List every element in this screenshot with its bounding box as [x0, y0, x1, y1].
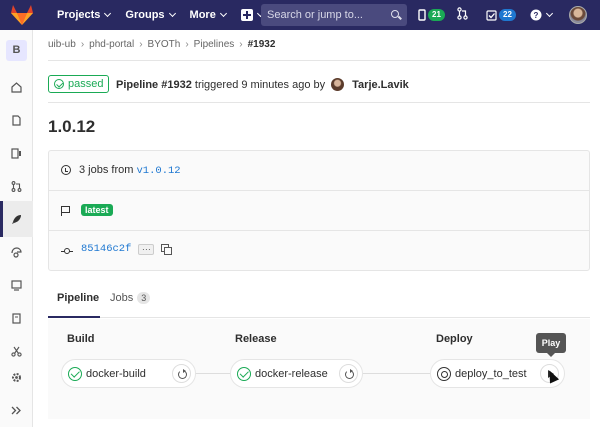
stage-connector	[363, 373, 433, 374]
merge-requests-button[interactable]	[457, 7, 468, 23]
author-link[interactable]: Tarje.Lavik	[352, 79, 409, 91]
project-sidebar: B	[0, 30, 33, 427]
divider	[48, 102, 590, 103]
commit-row: 85146c2f ···	[49, 231, 589, 271]
chevron-down-icon	[545, 9, 554, 18]
breadcrumb: uib-ub › phd-portal › BYOTh › Pipelines › #1…	[48, 39, 276, 50]
home-icon[interactable]	[11, 82, 22, 93]
commit-sha-link[interactable]: 85146c2f	[81, 243, 131, 255]
job-docker-build[interactable]: docker-build	[61, 359, 196, 388]
monitor-icon[interactable]	[11, 280, 22, 291]
retry-button[interactable]	[339, 364, 358, 383]
help-icon: ?	[530, 9, 542, 21]
issues-icon	[418, 9, 426, 21]
chevron-down-icon	[104, 9, 112, 18]
active-tab-indicator	[48, 316, 100, 318]
stage-connector	[195, 373, 232, 374]
stage-title-build: Build	[67, 333, 95, 345]
snippets-scissors-icon[interactable]	[11, 346, 22, 357]
wiki-icon[interactable]	[11, 313, 22, 324]
pipeline-header-info: Pipeline #1932 triggered 9 minutes ago b…	[116, 78, 409, 91]
pipeline-graph: Build Release Deploy docker-build docker…	[48, 319, 590, 419]
tag-row: latest	[49, 191, 589, 231]
status-manual-gear-icon	[437, 367, 451, 381]
breadcrumb-item[interactable]: phd-portal	[89, 39, 134, 50]
jobs-summary: 3 jobs from v1.0.12	[79, 164, 181, 177]
expand-commit-button[interactable]: ···	[138, 243, 155, 255]
issues-button[interactable]: 21	[418, 9, 445, 21]
status-success-icon	[237, 367, 251, 381]
status-success-icon	[68, 367, 82, 381]
job-docker-release[interactable]: docker-release	[230, 359, 363, 388]
search-placeholder: Search or jump to...	[267, 9, 363, 21]
project-avatar[interactable]: B	[6, 40, 27, 61]
breadcrumb-item[interactable]: Pipelines	[194, 39, 235, 50]
author-avatar[interactable]	[331, 78, 345, 91]
settings-gear-icon[interactable]	[11, 372, 22, 383]
pipeline-label: Pipeline #1932	[116, 78, 192, 91]
plus-icon	[240, 9, 253, 21]
svg-text:?: ?	[534, 11, 539, 20]
merge-request-icon	[457, 7, 468, 20]
ref-link[interactable]: v1.0.12	[136, 165, 180, 177]
commit-icon	[61, 246, 73, 256]
triggered-text: triggered 9 minutes ago by	[194, 78, 326, 91]
todo-check-icon	[486, 9, 497, 21]
todos-count-badge: 22	[499, 9, 516, 21]
new-item-button[interactable]	[240, 9, 264, 21]
stage-title-deploy: Deploy	[436, 333, 473, 345]
latest-badge: latest	[81, 204, 113, 216]
issues-icon[interactable]	[11, 148, 22, 159]
user-avatar[interactable]	[569, 6, 587, 24]
play-tooltip: Play	[536, 333, 566, 357]
issues-count-badge: 21	[428, 9, 445, 21]
repository-icon[interactable]	[11, 115, 22, 126]
search-icon	[391, 10, 399, 18]
status-badge[interactable]: passed	[48, 75, 110, 93]
breadcrumb-current[interactable]: #1932	[248, 39, 276, 50]
tab-jobs[interactable]: Jobs 3	[110, 292, 151, 304]
jobs-count-badge: 3	[137, 292, 151, 304]
collapse-sidebar-icon[interactable]	[11, 405, 22, 416]
todos-button[interactable]: 22	[486, 9, 516, 21]
flag-icon	[61, 206, 71, 216]
status-success-icon	[54, 79, 64, 89]
top-navbar: Projects Groups More Search or jump to..…	[0, 0, 600, 30]
retry-button[interactable]	[172, 364, 191, 383]
breadcrumb-item[interactable]: BYOTh	[148, 39, 181, 50]
chevron-down-icon	[168, 9, 176, 18]
operations-icon[interactable]	[11, 247, 22, 258]
pipeline-tabs: Pipeline Jobs 3	[48, 284, 590, 318]
gitlab-logo-icon[interactable]	[9, 4, 35, 26]
groups-menu[interactable]: Groups	[125, 9, 176, 21]
help-menu[interactable]: ?	[530, 9, 554, 21]
clock-icon	[61, 165, 71, 175]
breadcrumb-item[interactable]: uib-ub	[48, 39, 76, 50]
tab-pipeline[interactable]: Pipeline	[57, 292, 99, 304]
rocket-icon[interactable]	[11, 214, 22, 225]
page-title: 1.0.12	[48, 117, 96, 136]
chevron-down-icon	[219, 9, 227, 18]
jobs-summary-row: 3 jobs from v1.0.12	[49, 151, 589, 191]
pipeline-info-box: 3 jobs from v1.0.12 latest 85146c2f ···	[48, 150, 590, 271]
search-input[interactable]: Search or jump to...	[261, 4, 407, 26]
projects-menu[interactable]: Projects	[57, 9, 112, 21]
copy-icon[interactable]	[161, 244, 173, 255]
divider	[48, 60, 590, 61]
more-menu[interactable]: More	[190, 9, 227, 21]
stage-title-release: Release	[235, 333, 277, 345]
merge-request-icon[interactable]	[11, 181, 22, 192]
